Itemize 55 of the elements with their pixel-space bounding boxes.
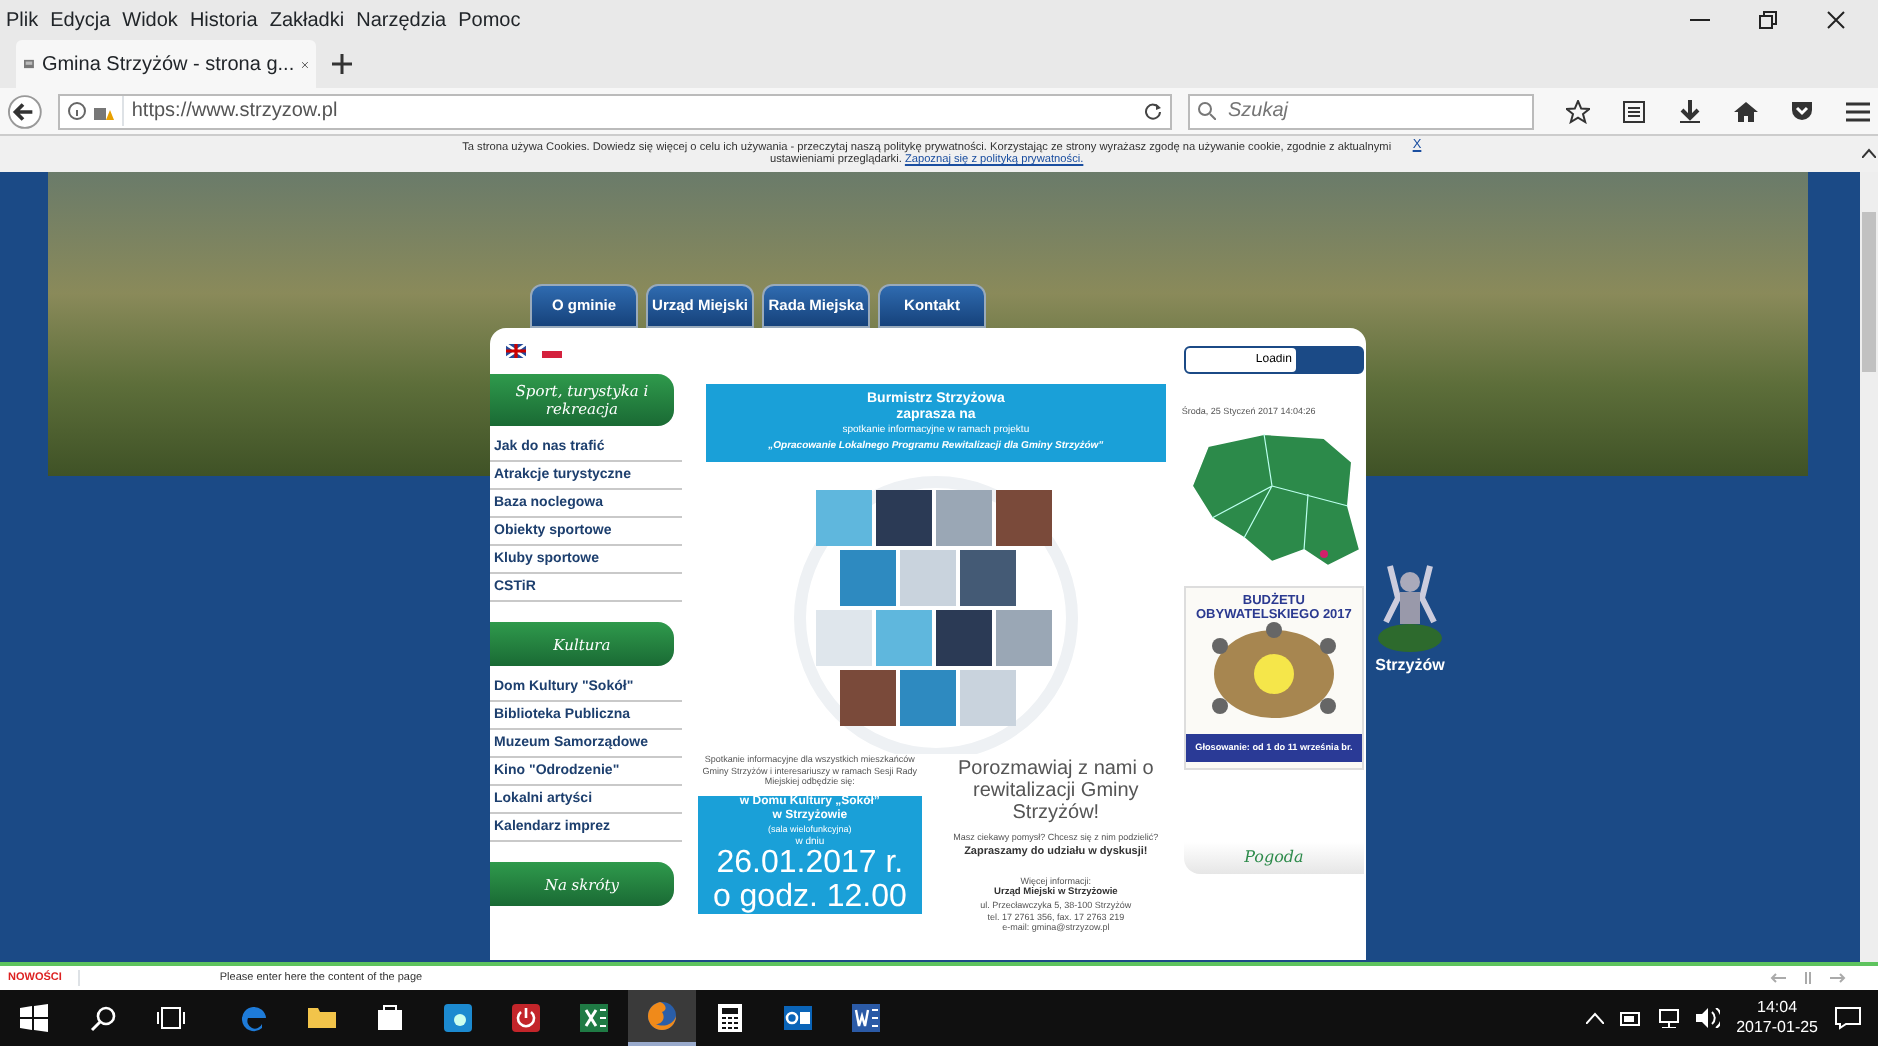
menu-item[interactable]: Pomoc xyxy=(452,5,527,35)
start-icon[interactable] xyxy=(20,1004,48,1032)
pocket-icon[interactable] xyxy=(1790,99,1814,123)
task-view-icon[interactable] xyxy=(155,1006,185,1030)
document-app-icon xyxy=(850,1002,882,1034)
star-icon[interactable] xyxy=(1566,99,1590,123)
menu-icon[interactable] xyxy=(1846,99,1870,123)
mail-app-icon xyxy=(782,1002,814,1034)
spreadsheet-icon xyxy=(578,1002,610,1034)
back-icon[interactable] xyxy=(8,93,42,129)
lock-warning-icon xyxy=(93,102,114,120)
reading-list-icon[interactable] xyxy=(1622,99,1646,123)
menu-item[interactable]: Narzędzia xyxy=(350,5,453,35)
search-icon[interactable] xyxy=(89,1005,115,1031)
menu-item[interactable]: Plik xyxy=(0,5,45,35)
app-icon xyxy=(442,1002,474,1034)
speaker-icon[interactable] xyxy=(1696,1008,1721,1028)
power-icon xyxy=(510,1002,542,1034)
url-text: https://www.strzyzow.pl xyxy=(121,96,338,126)
slogan-text: Porozmawiaj z nami o rewitalizacji Gminy Strzyżów! xyxy=(956,758,1156,824)
search-field[interactable]: Szukaj xyxy=(1224,98,1524,124)
clock-date: 2017-01-25 xyxy=(1736,1018,1818,1038)
favicon-icon xyxy=(24,54,34,74)
menu-item[interactable]: Zakładki xyxy=(263,5,351,35)
fox-globe-icon xyxy=(646,1000,678,1032)
home-icon[interactable] xyxy=(1734,99,1758,123)
reload-icon[interactable] xyxy=(1144,102,1162,120)
menu-item[interactable]: Historia xyxy=(183,5,264,35)
menu-item[interactable]: Widok xyxy=(116,5,184,35)
close-icon[interactable] xyxy=(1826,10,1846,30)
download-icon[interactable] xyxy=(1678,99,1702,123)
new-tab-icon[interactable] xyxy=(332,54,352,74)
restore-icon[interactable] xyxy=(1758,10,1778,30)
info-icon xyxy=(67,102,86,120)
search-box[interactable]: Szukaj xyxy=(1188,93,1534,129)
scroll-up-icon[interactable] xyxy=(1862,148,1876,158)
tab-title: Gmina Strzyżów - strona g... xyxy=(41,51,295,79)
folder-icon xyxy=(306,1002,338,1034)
event-time: o godz. 12.00 xyxy=(712,879,907,913)
emblem-caption: Strzyżów xyxy=(1375,654,1445,678)
battery-icon[interactable] xyxy=(1620,1011,1643,1025)
clock-time: 14:04 xyxy=(1757,998,1798,1018)
event-date: 26.01.2017 r. xyxy=(716,847,904,879)
browser-tab[interactable]: Gmina Strzyżów - strona g... xyxy=(16,40,316,88)
weather-box: Pogoda xyxy=(1183,842,1364,875)
network-icon[interactable] xyxy=(1658,1008,1681,1028)
scrollbar[interactable] xyxy=(1860,172,1878,962)
search-icon xyxy=(1198,102,1216,120)
calculator-icon xyxy=(714,1002,746,1034)
browser-icon xyxy=(238,1002,270,1034)
chevron-up-icon[interactable] xyxy=(1586,1012,1605,1024)
uk-flag-icon[interactable] xyxy=(506,344,526,358)
notification-icon[interactable] xyxy=(1834,1006,1862,1030)
menu-item[interactable]: Edycja xyxy=(44,5,117,35)
shopping-bag-icon xyxy=(374,1002,406,1034)
